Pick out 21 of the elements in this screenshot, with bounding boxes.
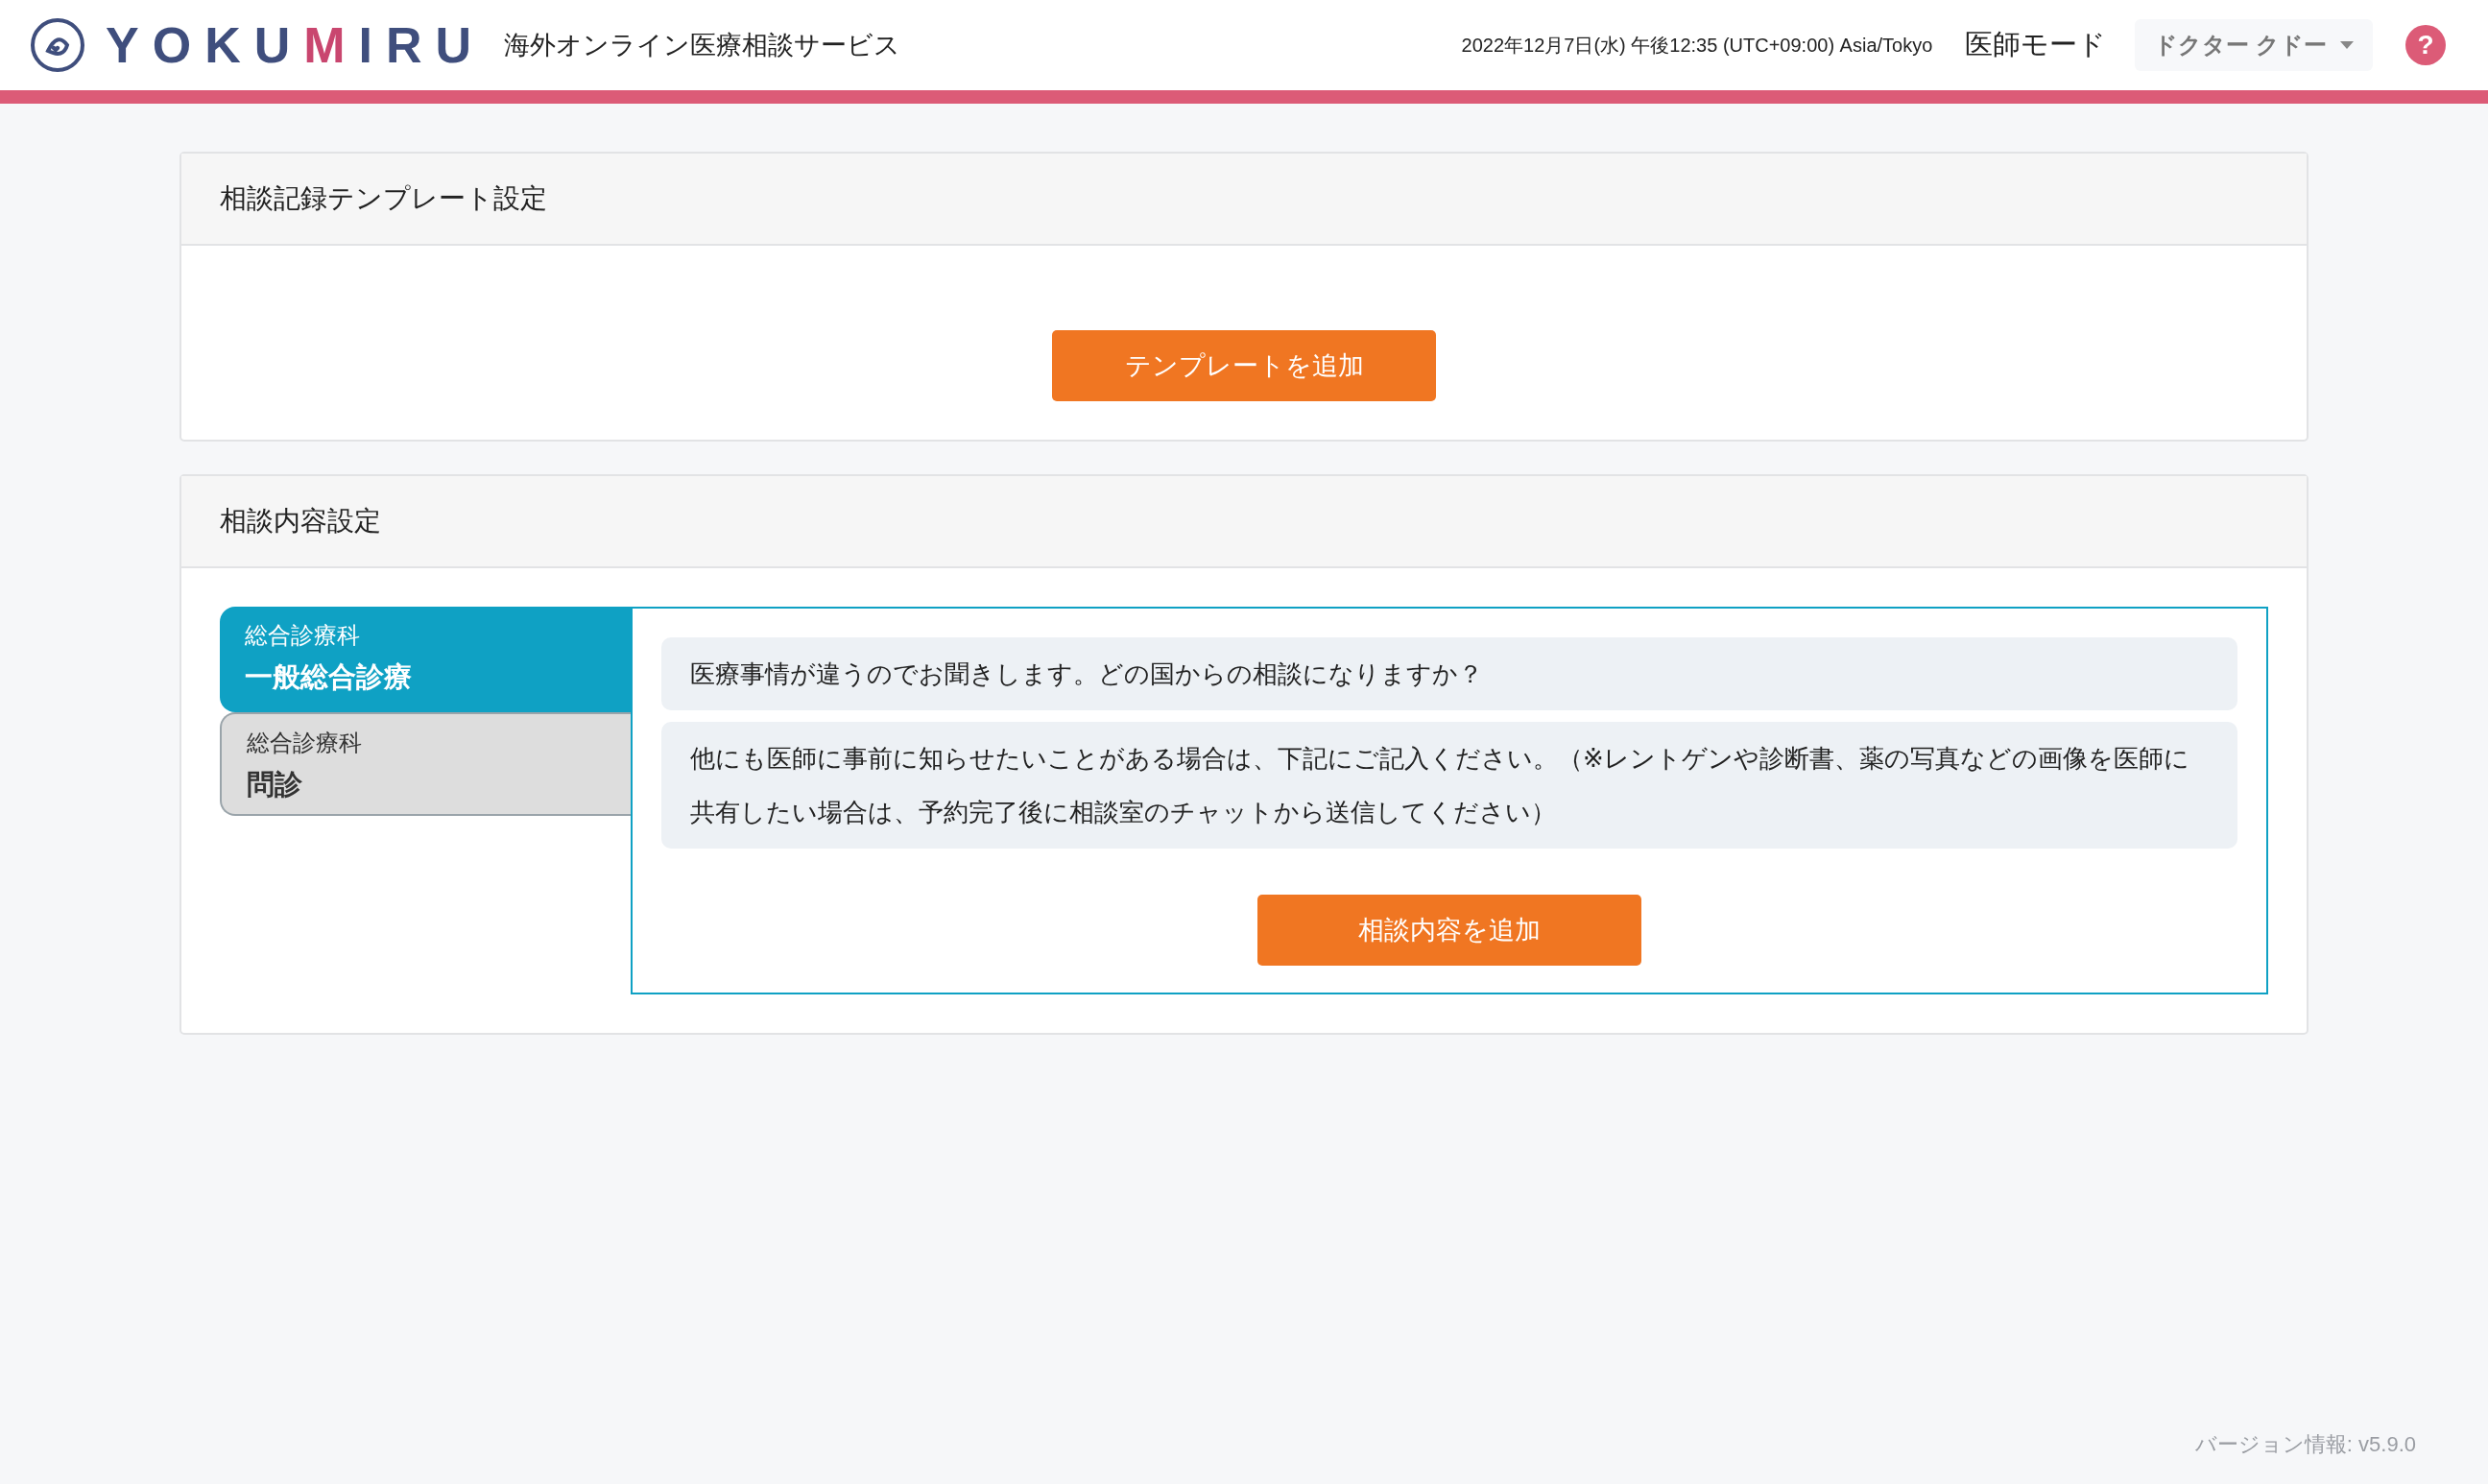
tab-category: 総合診療科 [247,729,363,757]
add-content-button[interactable]: 相談内容を追加 [1257,895,1641,966]
tab-category: 総合診療科 [245,621,361,650]
mode-label: 医師モード [1965,28,2107,61]
version-info: バージョン情報: v5.9.0 [2194,1431,2416,1458]
card-title: 相談内容設定 [181,476,2307,568]
user-menu-button[interactable]: ドクター クドー [2135,19,2373,71]
caret-icon [2340,41,2354,49]
logo-text: YOKU M IRU [106,16,486,74]
add-template-button[interactable]: テンプレートを追加 [1052,330,1436,401]
department-tab[interactable]: 総合診療科 問診 [220,712,631,816]
question-item[interactable]: 医療事情が違うのでお聞きします。どの国からの相談になりますか？ [661,637,2237,710]
department-tab[interactable]: 総合診療科 一般総合診療 [220,607,631,712]
service-name: 海外オンライン医療相談サービス [504,30,901,61]
tab-name: 一般総合診療 [245,660,413,694]
card-title: 相談記録テンプレート設定 [181,154,2307,246]
logo-icon [29,16,86,74]
tab-name: 問診 [247,768,303,802]
current-datetime: 2022年12月7日(水) 午後12:35 (UTC+09:00) Asia/Tokyo [1461,33,1933,58]
help-button[interactable]: ? [2405,25,2446,65]
question-item[interactable]: 他にも医師に事前に知らせたいことがある場合は、下記にご記入ください。（※レントゲンや診断書、薬の写真などの画像を医師に共有したい場合は、予約完了後に相談室のチャットから送信してください） [661,722,2237,849]
